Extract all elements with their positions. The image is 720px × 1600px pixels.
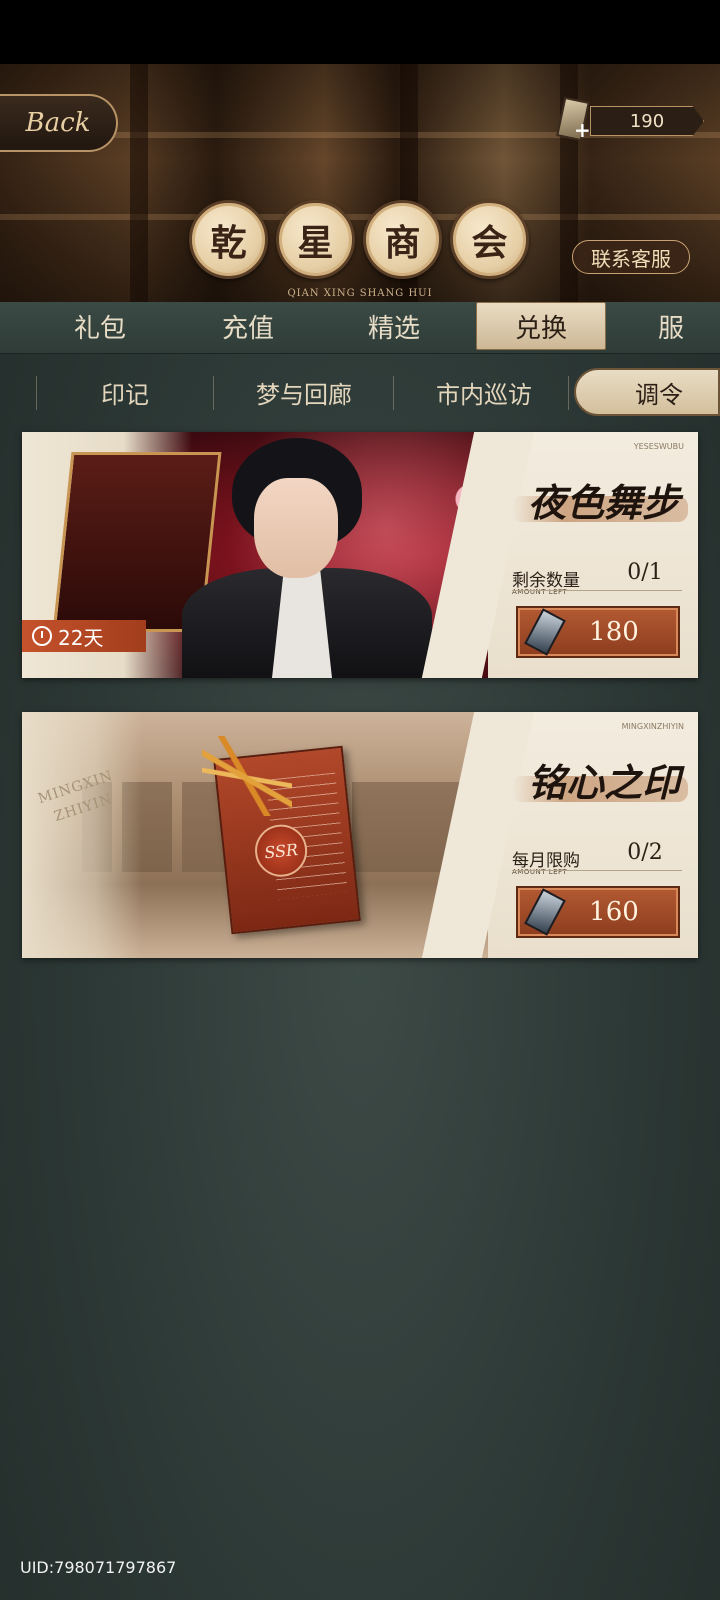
shop-title: 乾 星 商 会 (189, 200, 529, 279)
item-tag: YESESWUBU (633, 442, 684, 451)
buy-button[interactable]: 160 (516, 886, 680, 938)
buy-button[interactable]: 180 (516, 606, 680, 658)
ticket-icon (524, 888, 566, 936)
character-illustration (172, 438, 432, 678)
subtab-mark[interactable]: 印记 (40, 368, 210, 416)
title-coin: 星 (276, 200, 355, 279)
tab-divider (36, 376, 37, 410)
shop-title-pinyin: QIAN XING SHANG HUI (287, 288, 433, 299)
ticket-icon (524, 608, 566, 656)
divider (512, 590, 682, 591)
paper-texture (22, 712, 142, 958)
time-remaining-badge: 22天 (22, 620, 146, 652)
back-label: Back (25, 108, 91, 138)
quantity-value: 0/1 (627, 560, 663, 585)
tab-divider (393, 376, 394, 410)
tab-gift-pack[interactable]: 礼包 (40, 302, 160, 350)
main-tabs: 礼包 充值 精选 兑换 服 (0, 302, 720, 354)
item-name: 夜色舞步 (527, 480, 680, 525)
tab-divider (568, 376, 569, 410)
shop-item-card[interactable]: MINGXIN ZHIYIN SSR MINGXINZHIYIN 铭心之印 每月… (22, 712, 698, 958)
divider (512, 870, 682, 871)
title-coin: 乾 (189, 200, 268, 279)
clock-icon (32, 626, 52, 646)
tab-exchange[interactable]: 兑换 (476, 302, 606, 350)
tab-divider (213, 376, 214, 410)
currency-display[interactable]: + 190 (556, 96, 708, 142)
price: 160 (589, 897, 639, 927)
pillar-decoration (130, 64, 148, 302)
title-coin: 会 (450, 200, 529, 279)
price: 180 (589, 617, 639, 647)
subtab-orders[interactable]: 调令 (574, 368, 720, 416)
shop-item-card[interactable]: 22天 YESESWUBU 夜色舞步 剩余数量 AMOUNT LEFT 0/1 … (22, 432, 698, 678)
quantity-value: 0/2 (627, 840, 663, 865)
time-remaining-text: 22天 (58, 625, 104, 650)
subtab-city-patrol[interactable]: 市内巡访 (396, 368, 572, 416)
wheat-decoration (202, 736, 292, 816)
item-name: 铭心之印 (527, 760, 680, 805)
customer-service-button[interactable]: 联系客服 (572, 240, 690, 274)
title-coin: 商 (363, 200, 442, 279)
sub-tabs: 印记 梦与回廊 市内巡访 调令 (0, 368, 720, 420)
currency-amount: 190 (590, 106, 704, 136)
add-currency-icon[interactable]: + (574, 118, 591, 142)
tab-recharge[interactable]: 充值 (188, 302, 308, 350)
item-tag: MINGXINZHIYIN (621, 722, 684, 731)
tab-outfit[interactable]: 服 (640, 302, 720, 350)
user-id: UID:798071797867 (20, 1558, 177, 1577)
character-face (254, 478, 338, 578)
status-bar (0, 0, 720, 64)
subtab-dream-corridor[interactable]: 梦与回廊 (216, 368, 392, 416)
back-button[interactable]: Back (0, 94, 118, 152)
tab-featured[interactable]: 精选 (334, 302, 454, 350)
